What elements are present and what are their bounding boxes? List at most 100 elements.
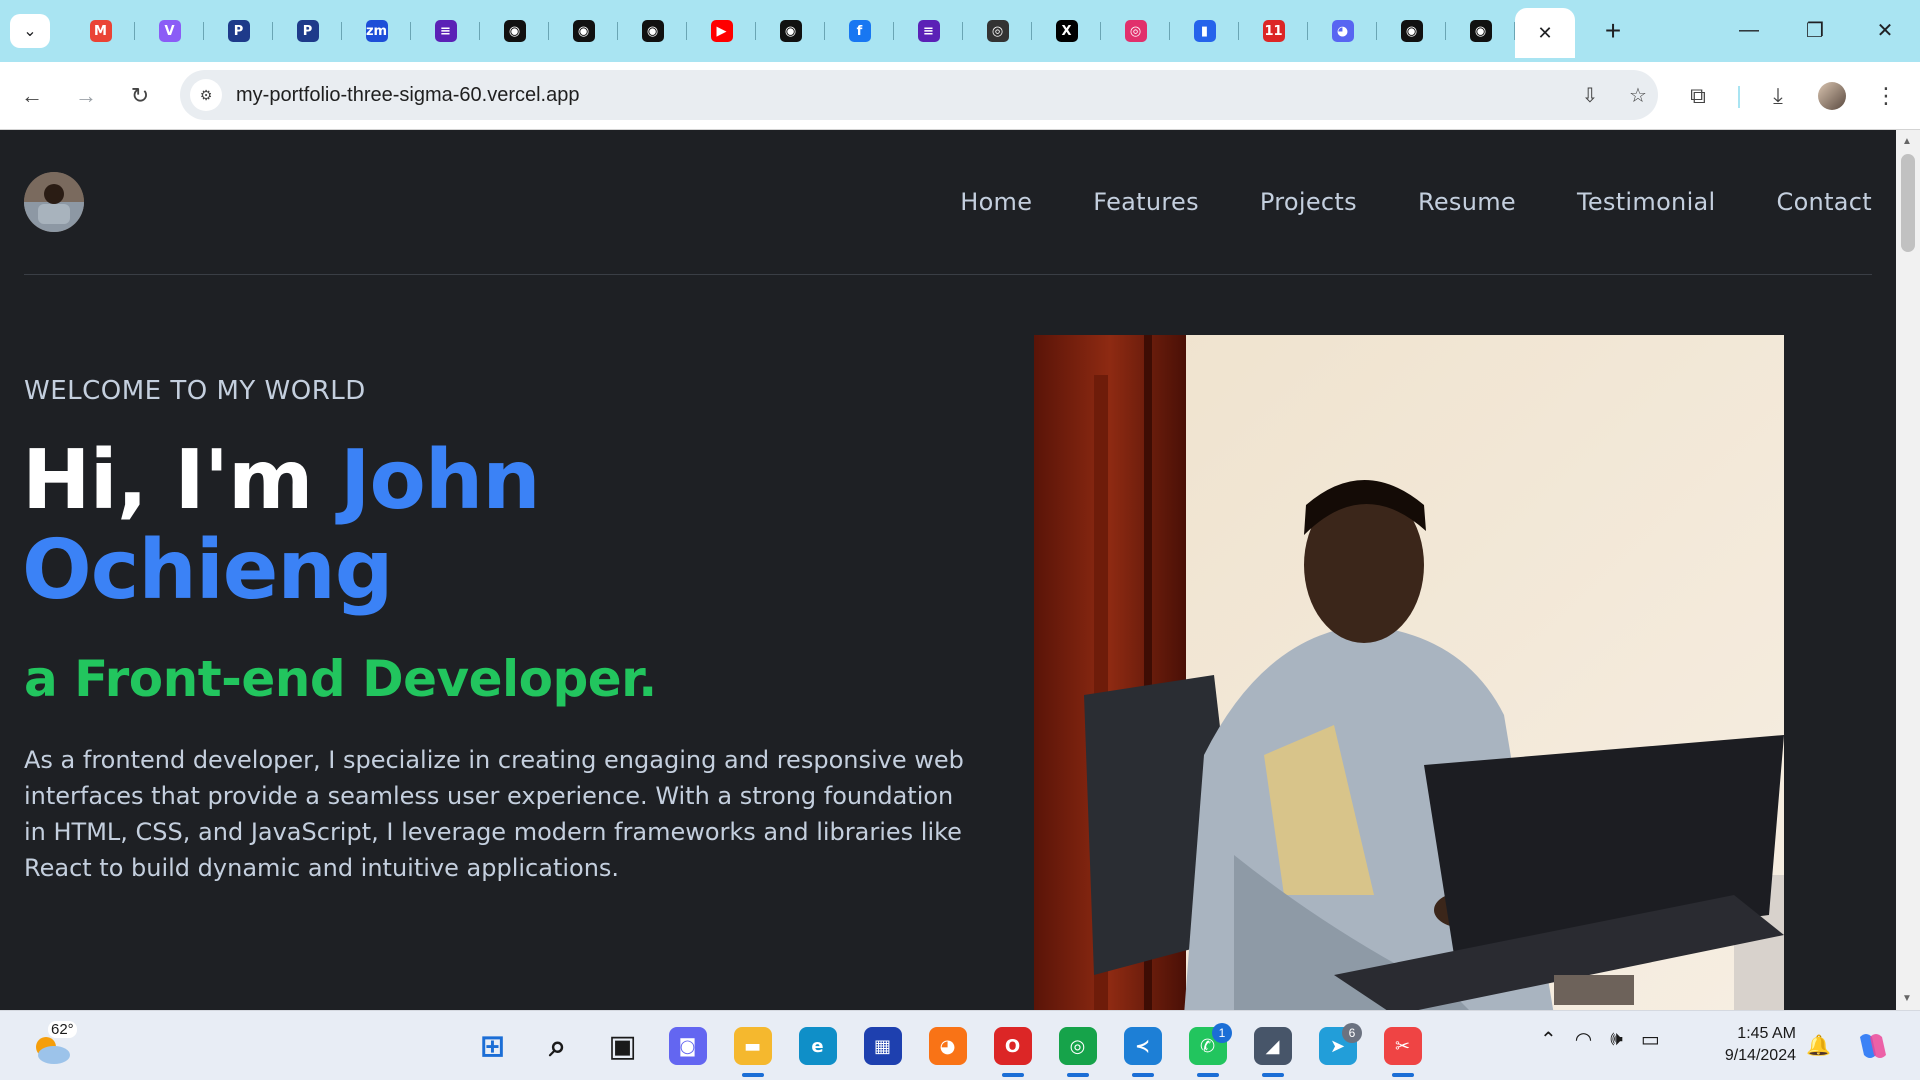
chrome-icon: ◎	[1058, 1027, 1097, 1065]
browser-tab[interactable]: ◕	[1308, 12, 1377, 50]
nav-resume[interactable]: Resume	[1418, 188, 1516, 216]
browser-tab[interactable]: ▶	[687, 12, 756, 50]
browser-tab[interactable]: ◉	[549, 12, 618, 50]
browser-tab[interactable]: ◎	[1101, 12, 1170, 50]
copilot-icon[interactable]	[1856, 1029, 1890, 1063]
scroll-down-arrow-icon[interactable]: ▼	[1902, 993, 1912, 1004]
tune-icon: ⚙	[199, 86, 213, 103]
install-app-button[interactable]: ⇩	[1572, 77, 1608, 113]
scroll-up-arrow-icon[interactable]: ▲	[1902, 136, 1912, 147]
taskbar-app[interactable]: ▦	[850, 1021, 915, 1071]
nav-testimonial[interactable]: Testimonial	[1577, 188, 1716, 216]
taskbar-app[interactable]: e	[785, 1021, 850, 1071]
browser-tab[interactable]: ≡	[894, 12, 963, 50]
taskbar-app[interactable]: ⊞	[460, 1021, 525, 1071]
browser-tab[interactable]: ▮	[1170, 12, 1239, 50]
search-icon: ⌕	[549, 1028, 566, 1064]
store-icon: ▦	[863, 1027, 902, 1065]
menu-button[interactable]: ⋮	[1868, 78, 1904, 114]
taskbar-app[interactable]: ▣	[590, 1021, 655, 1071]
url-text[interactable]: my-portfolio-three-sigma-60.vercel.app	[236, 84, 579, 107]
taskbar-app[interactable]: ⌕	[525, 1021, 590, 1071]
forms-icon: ≡	[434, 20, 457, 42]
clock-date: 9/14/2024	[1724, 1047, 1796, 1064]
restore-button[interactable]: ❐	[1790, 12, 1840, 48]
taskbar-app[interactable]: ◙	[655, 1021, 720, 1071]
taskbar-app[interactable]: ◕	[915, 1021, 980, 1071]
clock[interactable]: 1:45 AM 9/14/2024	[1712, 1023, 1796, 1067]
forms-icon: ≡	[917, 20, 940, 42]
running-indicator	[1261, 1073, 1284, 1077]
downloads-button[interactable]: ⤓	[1760, 78, 1796, 114]
hero-intro: As a frontend developer, I specialize in…	[24, 746, 964, 882]
extensions-button[interactable]: ⧉	[1680, 78, 1716, 114]
address-bar[interactable]: ⚙ my-portfolio-three-sigma-60.vercel.app…	[180, 70, 1658, 120]
instagram-icon: ◎	[1124, 20, 1147, 42]
volume-icon[interactable]: 🕪	[1610, 1028, 1623, 1051]
nav-features[interactable]: Features	[1093, 188, 1199, 216]
browser-tab[interactable]: ◉	[1377, 12, 1446, 50]
browser-tab[interactable]: ◉	[618, 12, 687, 50]
nav-projects[interactable]: Projects	[1260, 188, 1357, 216]
browser-tab[interactable]: P	[204, 12, 273, 50]
taskbar-app[interactable]: ✂	[1370, 1021, 1435, 1077]
firefox-icon: ◕	[928, 1027, 967, 1065]
taskbar-app[interactable]: ➤ 6	[1305, 1021, 1370, 1071]
nav-divider	[24, 274, 1872, 275]
new-tab-button[interactable]: +	[1596, 14, 1630, 48]
browser-tab[interactable]: V	[135, 12, 204, 50]
back-button[interactable]: ←	[14, 78, 50, 114]
browser-tab[interactable]: ≡	[411, 12, 480, 50]
site-logo-avatar[interactable]	[24, 172, 84, 232]
close-tab-icon[interactable]: ✕	[1537, 23, 1552, 44]
browser-tab[interactable]: X	[1032, 12, 1101, 50]
nav-home[interactable]: Home	[960, 188, 1032, 216]
site-info-button[interactable]: ⚙	[190, 79, 222, 111]
start-icon: ⊞	[479, 1028, 506, 1064]
running-indicator	[1391, 1073, 1414, 1077]
browser-tab[interactable]: zm	[342, 12, 411, 50]
taskbar-app[interactable]: O	[980, 1021, 1045, 1077]
pe-icon: P	[227, 20, 250, 42]
forward-button[interactable]: →	[68, 78, 104, 114]
hero-role: a Front-end Developer.	[24, 650, 657, 708]
taskbar-app[interactable]: ▬	[720, 1021, 785, 1077]
hero-photo	[1034, 335, 1784, 1010]
taskbar-app[interactable]: ≺	[1110, 1021, 1175, 1077]
running-indicator	[1196, 1073, 1219, 1077]
chevron-up-icon[interactable]: ⌃	[1540, 1027, 1557, 1052]
browser-tab[interactable]: ◉	[756, 12, 825, 50]
chevron-down-icon: ⌄	[23, 23, 37, 40]
star-icon: ☆	[1629, 84, 1647, 107]
tab-search-button[interactable]: ⌄	[10, 14, 50, 48]
browser-tab[interactable]: ◎	[963, 12, 1032, 50]
taskbar-app[interactable]: ◎	[1045, 1021, 1110, 1077]
taskbar-app[interactable]: ◢	[1240, 1021, 1305, 1077]
browser-tab[interactable]: M	[66, 12, 135, 50]
browser-tab[interactable]: ◉	[1446, 12, 1515, 50]
browser-tab-active[interactable]: ✕	[1515, 8, 1575, 58]
browser-tab[interactable]: P	[273, 12, 342, 50]
reload-button[interactable]: ↻	[122, 78, 158, 114]
browser-tab[interactable]: ◉	[480, 12, 549, 50]
notification-badge: 6	[1342, 1023, 1362, 1043]
tab-list: M V P Pzm ≡ ◉ ◉ ◉ ▶ ◉ f ≡ ◎ X ◎ ▮ 11 ◕ ◉ ◉ ✕	[66, 8, 1575, 58]
minimize-button[interactable]: —	[1724, 12, 1774, 48]
scroll-thumb[interactable]	[1901, 154, 1915, 252]
browser-tab[interactable]: 11	[1239, 12, 1308, 50]
page-scrollbar[interactable]: ▲ ▼	[1896, 130, 1920, 1010]
hero-greeting: Hi, I'm	[22, 433, 341, 528]
notification-bell-icon[interactable]: 🔔	[1806, 1033, 1831, 1058]
profile-button[interactable]	[1814, 78, 1850, 114]
taskbar-app[interactable]: ✆ 1	[1175, 1021, 1240, 1077]
youtube-icon: ▶	[710, 20, 733, 42]
browser-tab[interactable]: f	[825, 12, 894, 50]
more-vert-icon: ⋮	[1875, 83, 1897, 108]
snipping-tool-icon: ✂	[1383, 1027, 1422, 1065]
nav-contact[interactable]: Contact	[1777, 188, 1872, 216]
close-window-button[interactable]: ✕	[1860, 12, 1910, 48]
bookmark-button[interactable]: ☆	[1620, 77, 1656, 113]
wifi-icon[interactable]: ◠	[1575, 1027, 1592, 1052]
battery-icon[interactable]: ▭	[1641, 1027, 1660, 1052]
github-icon: ◉	[1469, 20, 1492, 42]
